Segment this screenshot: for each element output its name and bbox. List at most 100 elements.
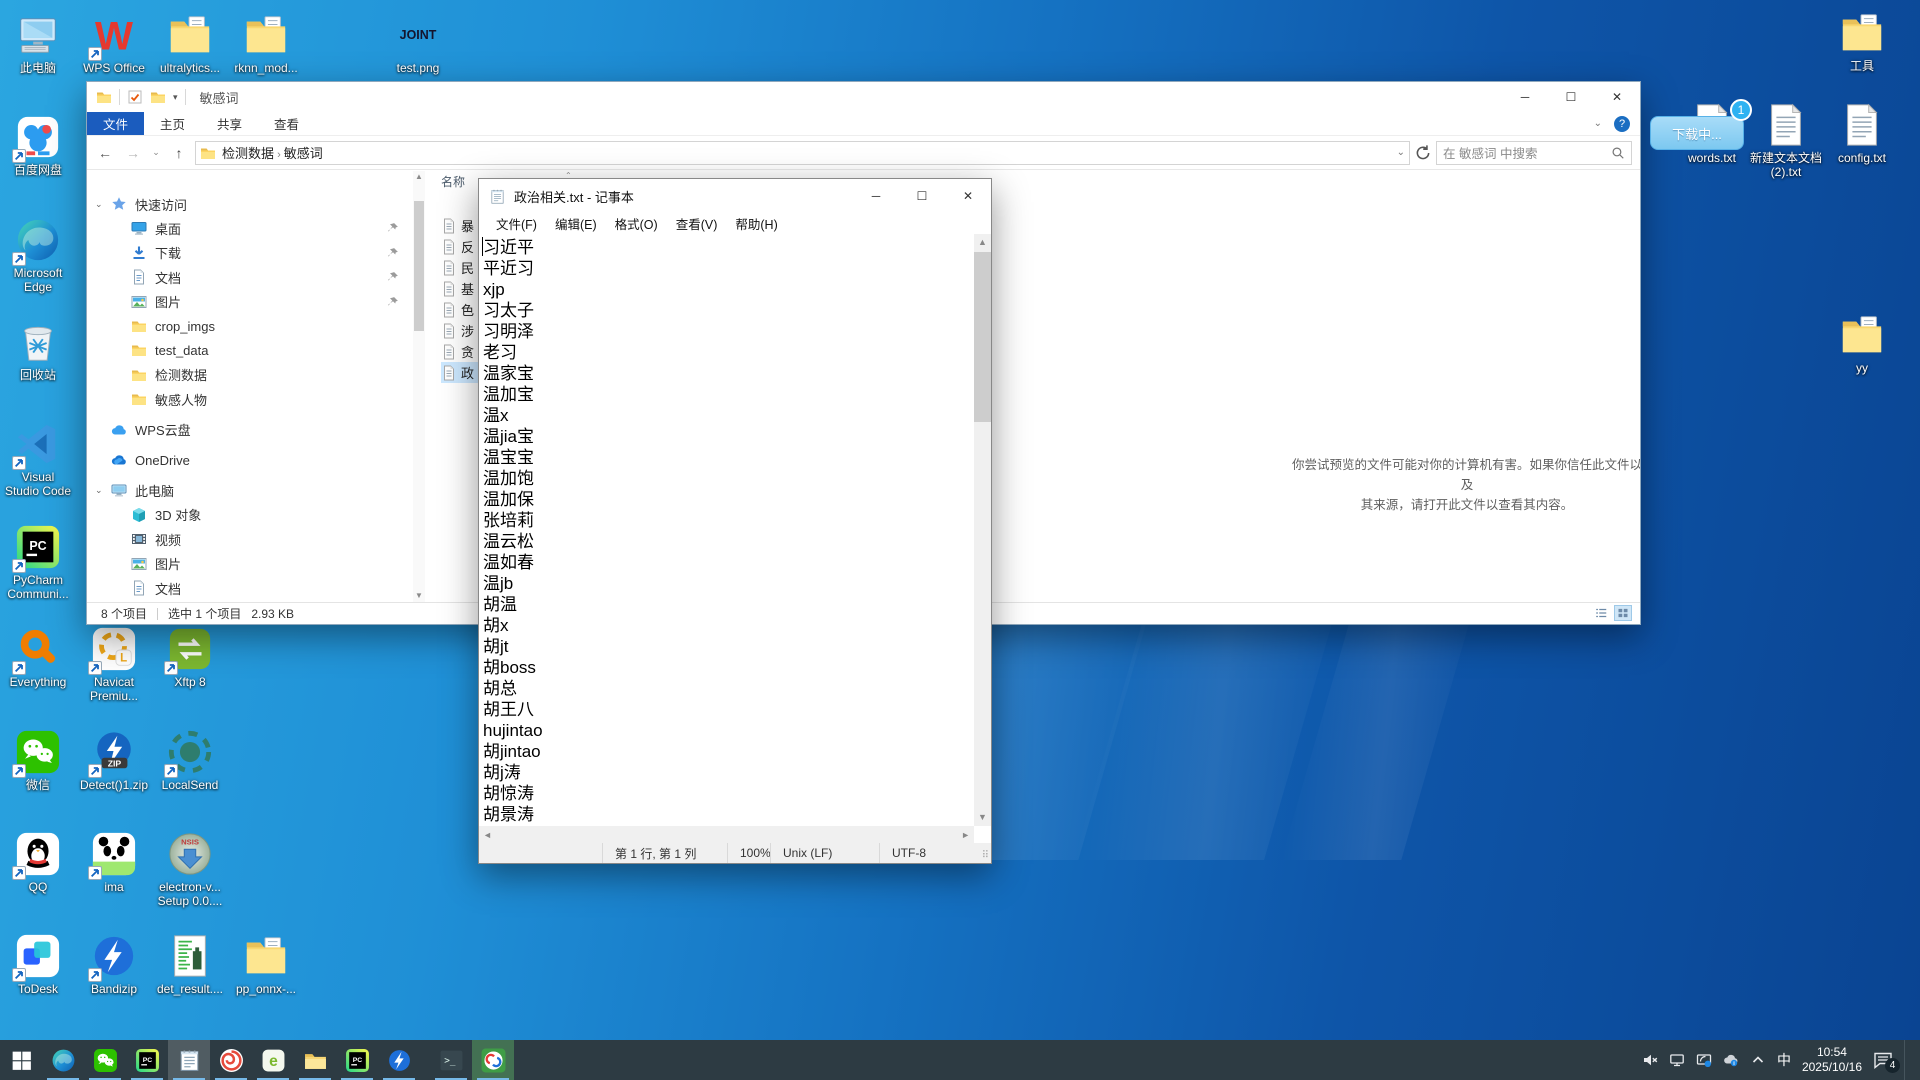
sidebar-scrollbar[interactable]: ▲ ▼ bbox=[413, 171, 425, 602]
taskbar-wechat-button[interactable] bbox=[84, 1040, 126, 1080]
tab-文件[interactable]: 文件 bbox=[87, 112, 144, 135]
resize-grip[interactable]: ⠿ bbox=[982, 850, 989, 861]
taskbar-notepad-button[interactable] bbox=[168, 1040, 210, 1080]
taskbar-terminal-button[interactable]: >_ bbox=[430, 1040, 472, 1080]
navigation-pane[interactable]: ⌄快速访问桌面下载文档图片crop_imgstest_data检测数据敏感人物W… bbox=[87, 171, 413, 602]
sidebar-item-3D 对象[interactable]: 3D 对象 bbox=[87, 503, 413, 527]
desktop-icon-wechat[interactable]: 微信 bbox=[0, 729, 76, 792]
taskbar-pycharm-2-button[interactable]: PC bbox=[336, 1040, 378, 1080]
desktop-icon-pycharm[interactable]: PCPyCharm Communi... bbox=[0, 524, 76, 601]
up-icon[interactable]: ↑ bbox=[167, 145, 191, 161]
desktop-icon-detect-zip[interactable]: ZIPDetect()1.zip bbox=[76, 729, 152, 792]
quick-access-properties-icon[interactable] bbox=[127, 89, 143, 105]
chevron-down-icon[interactable]: ⌄ bbox=[95, 485, 103, 496]
forward-icon[interactable]: → bbox=[121, 145, 145, 161]
breadcrumb-item[interactable]: 检测数据 bbox=[222, 146, 274, 161]
desktop-icon-microsoft-edge[interactable]: Microsoft Edge bbox=[0, 217, 76, 294]
taskbar-image-viewer-button[interactable] bbox=[210, 1040, 252, 1080]
desktop-icon-test-png[interactable]: JOINTtest.png bbox=[380, 12, 456, 75]
tab-共享[interactable]: 共享 bbox=[201, 112, 258, 135]
taskbar-bandizip-button[interactable] bbox=[378, 1040, 420, 1080]
chevron-down-icon[interactable]: ⌄ bbox=[95, 199, 103, 210]
scroll-up-icon[interactable]: ▲ bbox=[974, 234, 991, 251]
desktop-icon-xftp8[interactable]: Xftp 8 bbox=[152, 626, 228, 689]
desktop-icon-det-result[interactable]: det_result.... bbox=[152, 933, 228, 996]
back-icon[interactable]: ← bbox=[93, 145, 117, 161]
scrollbar-thumb[interactable] bbox=[974, 252, 991, 422]
menu-文件(F)[interactable]: 文件(F) bbox=[487, 214, 546, 233]
desktop-icon-wps-office[interactable]: WWPS Office bbox=[76, 12, 152, 75]
quick-access-customize-chevron[interactable]: ▾ bbox=[173, 92, 178, 103]
sidebar-item-下载[interactable]: 下载 bbox=[87, 241, 413, 265]
help-icon[interactable]: ? bbox=[1614, 116, 1630, 132]
breadcrumb-item[interactable]: 敏感词 bbox=[284, 146, 323, 161]
taskbar-edge-button[interactable] bbox=[42, 1040, 84, 1080]
tab-查看[interactable]: 查看 bbox=[258, 112, 315, 135]
tray-network-icon[interactable] bbox=[1669, 1052, 1685, 1068]
close-button[interactable]: ✕ bbox=[1594, 82, 1640, 112]
sidebar-item-此电脑[interactable]: ⌄此电脑 bbox=[87, 478, 413, 502]
sidebar-item-OneDrive[interactable]: OneDrive bbox=[87, 448, 413, 472]
desktop-icon-new-text-doc[interactable]: 新建文本文档 (2).txt bbox=[1748, 102, 1824, 179]
breadcrumb[interactable]: 检测数据 › 敏感词 ⌄ bbox=[195, 141, 1410, 165]
download-progress-tooltip[interactable]: 下载中... bbox=[1650, 116, 1744, 150]
search-icon[interactable] bbox=[1611, 146, 1625, 160]
menu-编辑(E)[interactable]: 编辑(E) bbox=[546, 214, 606, 233]
menu-查看(V)[interactable]: 查看(V) bbox=[667, 214, 727, 233]
desktop-icon-vscode[interactable]: Visual Studio Code bbox=[0, 421, 76, 498]
taskbar[interactable]: PCePC>_ i中 10:54 2025/10/16 4 bbox=[0, 1040, 1920, 1080]
thumbnail-view-toggle-icon[interactable] bbox=[1614, 605, 1632, 621]
maximize-button[interactable]: ☐ bbox=[1548, 82, 1594, 112]
taskbar-pycharm-button[interactable]: PC bbox=[126, 1040, 168, 1080]
desktop-icon-tools-folder[interactable]: 工具 bbox=[1824, 10, 1900, 73]
desktop-icon-config-txt[interactable]: config.txt bbox=[1824, 102, 1900, 165]
show-desktop-button[interactable] bbox=[1904, 1040, 1910, 1080]
recent-locations-chevron-icon[interactable]: ⌄ bbox=[149, 147, 163, 158]
desktop-icon-todesk[interactable]: ToDesk bbox=[0, 933, 76, 996]
ribbon-tabs[interactable]: 文件主页共享查看 ⌄ ? bbox=[87, 112, 1640, 136]
sidebar-item-图片[interactable]: 图片 bbox=[87, 290, 413, 314]
list-view-toggle-icon[interactable] bbox=[1592, 605, 1610, 621]
maximize-button[interactable]: ☐ bbox=[899, 179, 945, 213]
notepad-window[interactable]: 政治相关.txt - 记事本 ─ ☐ ✕ 文件(F)编辑(E)格式(O)查看(V… bbox=[478, 178, 992, 864]
tray-cloud-icon[interactable]: i bbox=[1723, 1052, 1739, 1068]
desktop-icon-rknn-mod[interactable]: rknn_mod... bbox=[228, 12, 304, 75]
address-bar[interactable]: ← → ⌄ ↑ 检测数据 › 敏感词 ⌄ 在 敏感词 中搜索 bbox=[87, 136, 1640, 170]
tray-volume-muted-icon[interactable] bbox=[1642, 1052, 1658, 1068]
taskbar-file-explorer-button[interactable] bbox=[294, 1040, 336, 1080]
tray-clock[interactable]: 10:54 2025/10/16 bbox=[1802, 1045, 1862, 1075]
quick-access-newfolder-icon[interactable] bbox=[150, 89, 166, 105]
sidebar-item-文档[interactable]: 文档 bbox=[87, 576, 413, 600]
sidebar-item-快速访问[interactable]: ⌄快速访问 bbox=[87, 192, 413, 216]
ime-indicator[interactable]: 中 bbox=[1777, 1050, 1791, 1070]
minimize-button[interactable]: ─ bbox=[1502, 82, 1548, 112]
desktop-icon-baidu-netdisk[interactable]: 百度网盘 bbox=[0, 114, 76, 177]
notepad-menubar[interactable]: 文件(F)编辑(E)格式(O)查看(V)帮助(H) bbox=[479, 213, 991, 234]
search-box[interactable]: 在 敏感词 中搜索 bbox=[1436, 141, 1632, 165]
desktop-icon-navicat[interactable]: LNavicat Premiu... bbox=[76, 626, 152, 703]
ribbon-collapse-chevron-icon[interactable]: ⌄ bbox=[1594, 118, 1602, 129]
sidebar-item-桌面[interactable]: 桌面 bbox=[87, 216, 413, 240]
explorer-titlebar[interactable]: ▾ 敏感词 ─ ☐ ✕ bbox=[87, 82, 1640, 112]
scrollbar-thumb[interactable] bbox=[414, 201, 424, 331]
desktop-icon-pp-onnx[interactable]: pp_onnx-... bbox=[228, 933, 304, 996]
tray-expand-icon[interactable] bbox=[1750, 1052, 1766, 1068]
minimize-button[interactable]: ─ bbox=[853, 179, 899, 213]
scroll-right-icon[interactable]: ► bbox=[961, 830, 970, 840]
menu-格式(O)[interactable]: 格式(O) bbox=[606, 214, 667, 233]
taskbar-start-button[interactable] bbox=[0, 1040, 42, 1080]
sidebar-item-文档[interactable]: 文档 bbox=[87, 265, 413, 289]
scroll-down-icon[interactable]: ▼ bbox=[974, 809, 991, 826]
column-header-name[interactable]: 名称 bbox=[441, 173, 465, 190]
notepad-vertical-scrollbar[interactable]: ▲ ▼ bbox=[974, 234, 991, 826]
desktop-icon-ultralytics[interactable]: ultralytics... bbox=[152, 12, 228, 75]
taskbar-knot-app-button[interactable] bbox=[472, 1040, 514, 1080]
notepad-text-area[interactable]: 习近平平近习xjp习太子习明泽老习温家宝温加宝温x温jia宝温宝宝温加饱温加保张… bbox=[479, 234, 974, 826]
scroll-down-icon[interactable]: ▼ bbox=[413, 590, 425, 602]
close-button[interactable]: ✕ bbox=[945, 179, 991, 213]
desktop-icon-bandizip[interactable]: Bandizip bbox=[76, 933, 152, 996]
desktop-icon-ima[interactable]: ima bbox=[76, 831, 152, 894]
scroll-up-icon[interactable]: ▲ bbox=[413, 171, 425, 183]
refresh-icon[interactable] bbox=[1414, 144, 1432, 162]
scroll-left-icon[interactable]: ◄ bbox=[483, 830, 492, 840]
